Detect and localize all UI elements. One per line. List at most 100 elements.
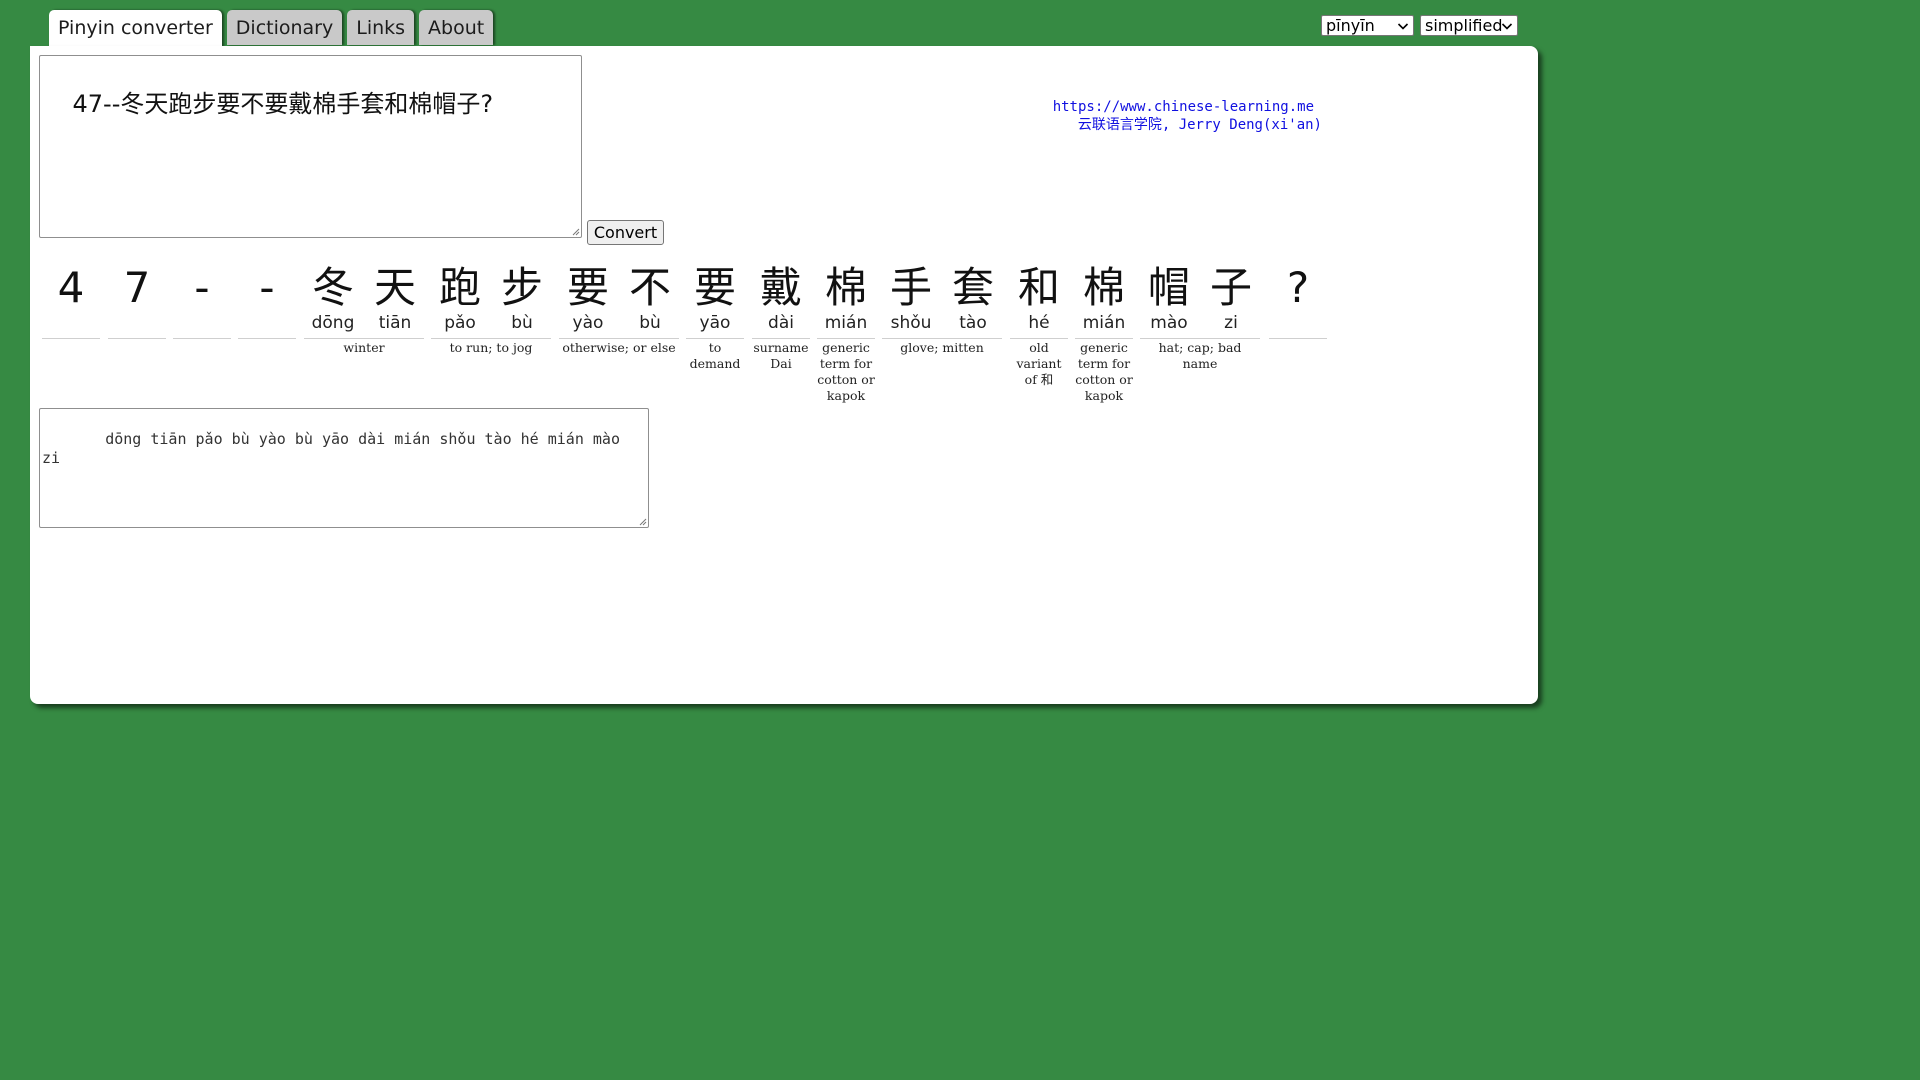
pinyin	[108, 312, 166, 334]
word-underline	[559, 338, 679, 339]
char-cell[interactable]: 棉 mián	[817, 264, 875, 334]
char-cell[interactable]: 不 bù	[621, 264, 679, 334]
char-cell[interactable]: 棉 mián	[1075, 264, 1133, 334]
resize-grip-icon[interactable]	[638, 517, 647, 526]
char-cell[interactable]: 帽 mào	[1140, 264, 1198, 334]
script-select-value: pīnyīn	[1326, 16, 1375, 35]
option-selects: pīnyīn simplified	[1321, 15, 1524, 36]
resize-grip-icon[interactable]	[571, 227, 580, 236]
hanzi: 要	[693, 263, 736, 312]
tab-dictionary[interactable]: Dictionary	[226, 10, 343, 45]
char-cell[interactable]: -	[173, 264, 231, 334]
hanzi: 不	[628, 263, 671, 312]
hanzi: 戴	[759, 263, 802, 312]
chevron-down-icon	[1397, 23, 1409, 30]
chinese-input-text: 47--冬天跑步要不要戴棉手套和棉帽子?	[72, 90, 494, 118]
word-underline	[42, 338, 100, 339]
pinyin: mián	[1082, 313, 1126, 333]
word-gloss: hat; cap; bad name	[1158, 340, 1242, 371]
hanzi: -	[194, 263, 210, 312]
pinyin: dōng	[311, 313, 355, 333]
word-gloss: to demand	[689, 340, 741, 371]
hanzi: 步	[500, 263, 543, 312]
char-cell[interactable]: 手 shǒu	[882, 264, 940, 334]
char-cell[interactable]: 戴 dài	[752, 264, 810, 334]
site-url-link[interactable]: https://www.chinese-learning.me	[1053, 98, 1322, 116]
converter-panel: 47--冬天跑步要不要戴棉手套和棉帽子? Convert https://www…	[30, 46, 1538, 704]
chevron-down-icon	[1501, 23, 1513, 30]
chinese-input-textarea[interactable]: 47--冬天跑步要不要戴棉手套和棉帽子?	[39, 55, 582, 238]
word-underline	[431, 338, 551, 339]
hanzi: -	[259, 263, 275, 312]
word-underline	[1269, 338, 1327, 339]
pinyin: tiān	[378, 313, 412, 333]
pinyin: pǎo	[444, 313, 476, 333]
word-gloss: otherwise; or else	[562, 340, 676, 355]
char-cell[interactable]: 跑 pǎo	[431, 264, 489, 334]
hanzi: 要	[566, 263, 609, 312]
char-cell[interactable]: 子 zi	[1202, 264, 1260, 334]
tab-pinyin-converter[interactable]: Pinyin converter	[49, 10, 222, 47]
char-cell[interactable]: 要 yāo	[686, 264, 744, 334]
script-select[interactable]: pīnyīn	[1321, 15, 1414, 36]
word-underline	[686, 338, 744, 339]
char-cell[interactable]: 和 hé	[1010, 264, 1068, 334]
word-gloss: old variant of 和	[1016, 340, 1062, 387]
site-org-text: 云联语言学院, Jerry Deng(xi'an)	[1077, 117, 1322, 133]
pinyin: dài	[768, 313, 794, 333]
word-underline	[1075, 338, 1133, 339]
convert-button[interactable]: Convert	[587, 220, 664, 245]
hanzi: 棉	[824, 263, 867, 312]
pinyin: hé	[1028, 313, 1050, 333]
hanzi: 4	[57, 263, 85, 312]
hanzi: 手	[889, 263, 932, 312]
pinyin-output-textarea[interactable]: dōng tiān pǎo bù yào bù yāo dài mián shǒ…	[39, 408, 649, 528]
char-cell[interactable]: 7	[108, 264, 166, 334]
pinyin: tào	[959, 313, 987, 333]
hanzi: 棉	[1082, 263, 1125, 312]
pinyin-output-text: dōng tiān pǎo bù yào bù yāo dài mián shǒ…	[42, 430, 630, 467]
tab-bar: Pinyin converter Dictionary Links About	[49, 10, 498, 47]
word-underline	[752, 338, 810, 339]
char-cell[interactable]: 冬 dōng	[304, 264, 362, 334]
char-cell[interactable]: 要 yào	[559, 264, 617, 334]
tab-links[interactable]: Links	[347, 10, 415, 45]
word-gloss: generic term for cotton or kapok	[1075, 340, 1133, 403]
pinyin: shǒu	[890, 313, 932, 333]
word-underline	[1010, 338, 1068, 339]
char-cell[interactable]: -	[238, 264, 296, 334]
hanzi: 冬	[311, 263, 354, 312]
pinyin	[42, 312, 100, 334]
hanzi: 跑	[438, 263, 481, 312]
char-cell[interactable]: 天 tiān	[366, 264, 424, 334]
word-underline	[1140, 338, 1260, 339]
pinyin	[173, 312, 231, 334]
pinyin: mián	[824, 313, 868, 333]
hanzi: 和	[1017, 263, 1060, 312]
word-underline	[817, 338, 875, 339]
word-gloss: winter	[343, 340, 385, 355]
word-gloss: glove; mitten	[900, 340, 984, 355]
word-gloss: generic term for cotton or kapok	[817, 340, 875, 403]
char-cell[interactable]: ?	[1269, 264, 1327, 334]
pinyin	[1269, 312, 1327, 334]
word-gloss: surname Dai	[753, 340, 809, 371]
word-underline	[108, 338, 166, 339]
char-cell[interactable]: 4	[42, 264, 100, 334]
hanzi: 套	[951, 263, 994, 312]
word-underline	[238, 338, 296, 339]
hanzi: ?	[1286, 263, 1310, 312]
char-cell[interactable]: 套 tào	[944, 264, 1002, 334]
site-credit: https://www.chinese-learning.me 云联语言学院, …	[1053, 98, 1322, 134]
hanzi: 7	[123, 263, 151, 312]
pinyin: mào	[1150, 313, 1188, 333]
charset-select-value: simplified	[1425, 16, 1503, 35]
word-underline	[173, 338, 231, 339]
tab-about[interactable]: About	[419, 10, 494, 45]
hanzi: 子	[1209, 263, 1252, 312]
pinyin: yào	[572, 313, 604, 333]
char-cell[interactable]: 步 bù	[493, 264, 551, 334]
pinyin: zi	[1224, 313, 1238, 333]
charset-select[interactable]: simplified	[1420, 15, 1518, 36]
pinyin: yāo	[699, 313, 731, 333]
